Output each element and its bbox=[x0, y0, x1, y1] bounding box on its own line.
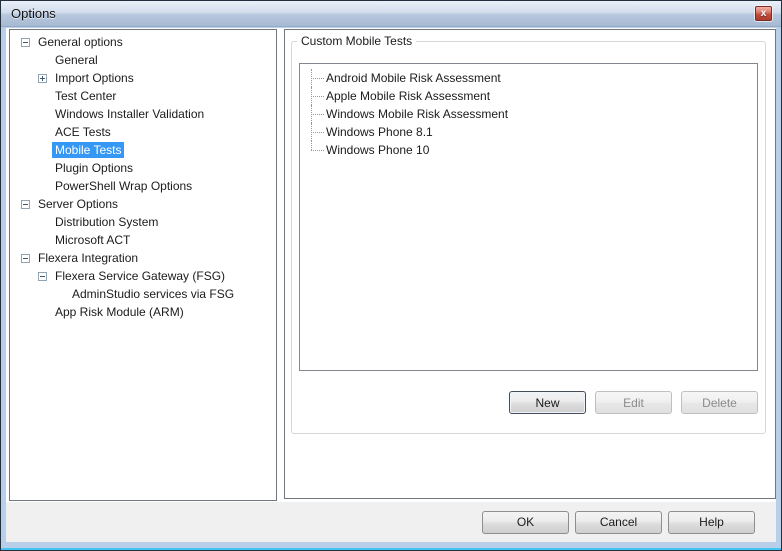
list-item-label: Windows Phone 10 bbox=[326, 143, 429, 157]
tree-item-general-options[interactable]: General options bbox=[10, 33, 276, 51]
close-button[interactable]: x bbox=[755, 6, 772, 21]
list-item-label: Windows Mobile Risk Assessment bbox=[326, 107, 508, 121]
tree-item-server-options[interactable]: Server Options bbox=[10, 195, 276, 213]
ok-button[interactable]: OK bbox=[482, 511, 569, 534]
tree-item-label: Mobile Tests bbox=[52, 142, 124, 158]
tree-item-label: General options bbox=[35, 34, 126, 50]
tree-item-label: Flexera Service Gateway (FSG) bbox=[52, 268, 228, 284]
tree-item-mobile-tests[interactable]: Mobile Tests bbox=[10, 141, 276, 159]
settings-panel: Custom Mobile Tests Android Mobile Risk … bbox=[284, 29, 776, 499]
expander-slot bbox=[38, 272, 52, 281]
tree-item-windows-installer-validation[interactable]: Windows Installer Validation bbox=[10, 105, 276, 123]
tree-item-plugin-options[interactable]: Plugin Options bbox=[10, 159, 276, 177]
dialog-client-area: General options General Import Options Test… bbox=[6, 28, 776, 542]
list-item-windows-phone-8-1[interactable]: Windows Phone 8.1 bbox=[300, 123, 757, 141]
expand-expander-icon[interactable] bbox=[38, 74, 47, 83]
collapse-expander-icon[interactable] bbox=[38, 272, 47, 281]
collapse-expander-icon[interactable] bbox=[21, 38, 30, 47]
tree-item-ace-tests[interactable]: ACE Tests bbox=[10, 123, 276, 141]
expander-slot bbox=[21, 200, 35, 209]
tree-item-label: Import Options bbox=[52, 70, 137, 86]
window-title: Options bbox=[11, 6, 56, 21]
tree-item-label: Distribution System bbox=[52, 214, 161, 230]
tree-item-label: Test Center bbox=[52, 88, 119, 104]
collapse-expander-icon[interactable] bbox=[21, 254, 30, 263]
list-item-label: Apple Mobile Risk Assessment bbox=[326, 89, 490, 103]
mobile-tests-listbox[interactable]: Android Mobile Risk Assessment Apple Mobi… bbox=[299, 63, 758, 371]
close-icon: x bbox=[761, 9, 767, 19]
cancel-button[interactable]: Cancel bbox=[575, 511, 662, 534]
dialog-footer: OK Cancel Help bbox=[6, 502, 776, 542]
tree-item-label: Flexera Integration bbox=[35, 250, 141, 266]
list-item-windows-mobile-risk-assessment[interactable]: Windows Mobile Risk Assessment bbox=[300, 105, 757, 123]
tree-item-powershell-wrap-options[interactable]: PowerShell Wrap Options bbox=[10, 177, 276, 195]
options-dialog: Options x General options General Import O… bbox=[0, 0, 782, 551]
tree-item-label: AdminStudio services via FSG bbox=[69, 286, 237, 302]
tree-item-app-risk-module-arm[interactable]: App Risk Module (ARM) bbox=[10, 303, 276, 321]
tree-item-label: Windows Installer Validation bbox=[52, 106, 207, 122]
tree-item-adminstudio-services-via-fsg[interactable]: AdminStudio services via FSG bbox=[10, 285, 276, 303]
delete-button[interactable]: Delete bbox=[681, 391, 758, 414]
tree-item-label: Microsoft ACT bbox=[52, 232, 133, 248]
tree-item-distribution-system[interactable]: Distribution System bbox=[10, 213, 276, 231]
tree-item-label: Plugin Options bbox=[52, 160, 136, 176]
custom-mobile-tests-groupbox: Custom Mobile Tests Android Mobile Risk … bbox=[291, 41, 766, 434]
options-tree: General options General Import Options Test… bbox=[10, 30, 276, 321]
expander-slot bbox=[21, 38, 35, 47]
list-item-label: Android Mobile Risk Assessment bbox=[326, 71, 501, 85]
tree-item-label: ACE Tests bbox=[52, 124, 114, 140]
help-button[interactable]: Help bbox=[668, 511, 755, 534]
list-item-label: Windows Phone 8.1 bbox=[326, 125, 433, 139]
tree-item-microsoft-act[interactable]: Microsoft ACT bbox=[10, 231, 276, 249]
tree-item-label: General bbox=[52, 52, 101, 68]
expander-slot bbox=[38, 74, 52, 83]
expander-slot bbox=[21, 254, 35, 263]
options-tree-panel: General options General Import Options Test… bbox=[9, 29, 277, 501]
tree-item-label: Server Options bbox=[35, 196, 121, 212]
list-item-android-mobile-risk-assessment[interactable]: Android Mobile Risk Assessment bbox=[300, 69, 757, 87]
tree-item-flexera-integration[interactable]: Flexera Integration bbox=[10, 249, 276, 267]
tree-item-general[interactable]: General bbox=[10, 51, 276, 69]
list-item-apple-mobile-risk-assessment[interactable]: Apple Mobile Risk Assessment bbox=[300, 87, 757, 105]
tree-item-flexera-service-gateway-fsg[interactable]: Flexera Service Gateway (FSG) bbox=[10, 267, 276, 285]
list-action-buttons: New Edit Delete bbox=[509, 391, 758, 414]
groupbox-title: Custom Mobile Tests bbox=[297, 34, 416, 48]
tree-item-import-options[interactable]: Import Options bbox=[10, 69, 276, 87]
tree-item-label: App Risk Module (ARM) bbox=[52, 304, 187, 320]
title-bar[interactable]: Options x bbox=[1, 1, 781, 27]
list-item-windows-phone-10[interactable]: Windows Phone 10 bbox=[300, 141, 757, 159]
tree-item-test-center[interactable]: Test Center bbox=[10, 87, 276, 105]
edit-button[interactable]: Edit bbox=[595, 391, 672, 414]
new-button[interactable]: New bbox=[509, 391, 586, 414]
collapse-expander-icon[interactable] bbox=[21, 200, 30, 209]
tree-item-label: PowerShell Wrap Options bbox=[52, 178, 195, 194]
